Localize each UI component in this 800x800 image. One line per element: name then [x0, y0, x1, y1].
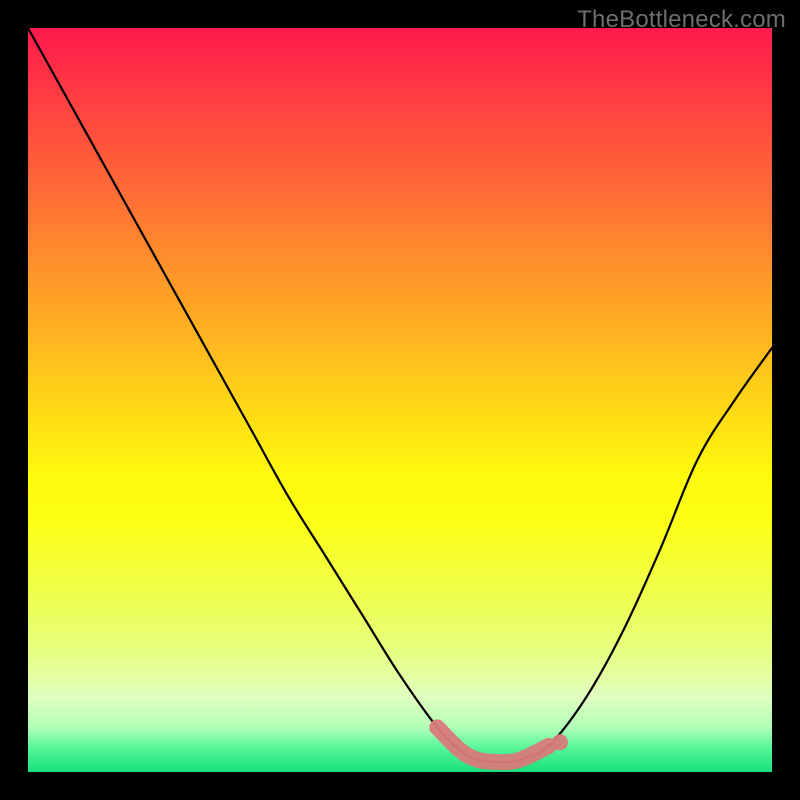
watermark-text: TheBottleneck.com [577, 6, 786, 34]
highlight-band [437, 727, 549, 762]
highlight-end-dot [552, 734, 568, 750]
plot-area [28, 28, 772, 772]
curve-svg [28, 28, 772, 772]
chart-container: TheBottleneck.com [0, 0, 800, 800]
bottleneck-curve [28, 28, 772, 762]
